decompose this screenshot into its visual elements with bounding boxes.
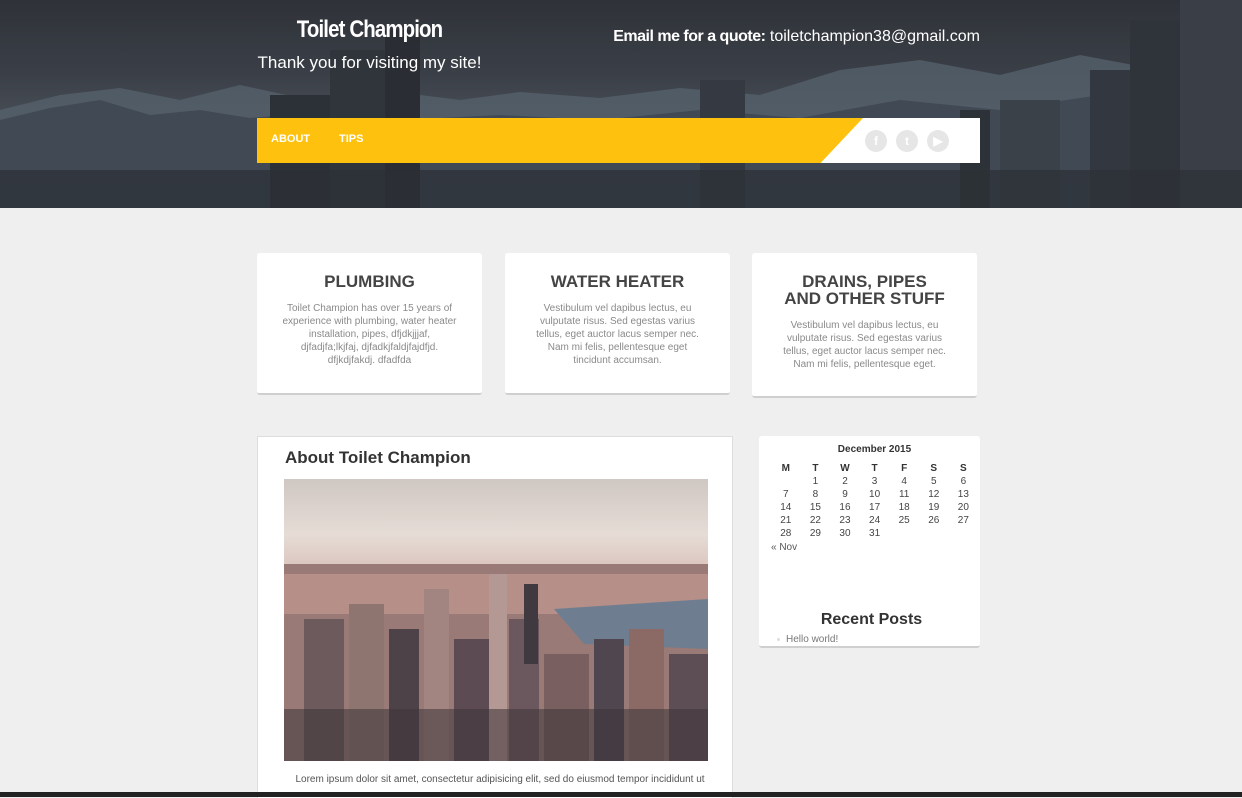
site-tagline: Thank you for visiting my site!: [257, 53, 482, 72]
calendar-day: 13: [957, 489, 969, 500]
calendar-day: 27: [957, 515, 969, 526]
card-body: Vestibulum vel dapibus lectus, eu vulput…: [783, 320, 946, 370]
calendar-weekday: S: [930, 463, 938, 474]
calendar-weekday: M: [781, 463, 790, 474]
site-header: Toilet Champion Thank you for visiting m…: [0, 0, 1242, 208]
calendar-day: 25: [898, 515, 910, 526]
calendar-weekday: T: [812, 463, 819, 474]
quote-contact: Email me for a quote: toiletchampion38@g…: [613, 28, 980, 46]
calendar-day: 4: [901, 476, 907, 487]
calendar-day: [949, 527, 979, 540]
calendar-day: 10: [869, 489, 881, 500]
recent-post-link[interactable]: Hello world!: [777, 634, 838, 645]
calendar-day: 22: [809, 515, 821, 526]
about-article: About Toilet Champion Lorem ipsum dolor …: [257, 436, 733, 798]
calendar-day: [889, 527, 919, 540]
calendar-caption: December 2015: [837, 444, 912, 455]
calendar-day: 1: [812, 476, 819, 487]
site-title[interactable]: Toilet Champion: [274, 16, 465, 44]
calendar-weekday: F: [901, 463, 908, 474]
calendar-day: [771, 475, 801, 488]
bottom-edge-bar: [0, 792, 1242, 797]
calendar-weekday: T: [871, 463, 878, 474]
service-card-plumbing: PLUMBING Toilet Champion has over 15 yea…: [257, 253, 482, 395]
nav-item-about[interactable]: ABOUT: [271, 133, 310, 145]
calendar-day: 29: [809, 528, 821, 539]
youtube-icon[interactable]: ▶: [927, 130, 949, 152]
sidebar-widgets: December 2015 M T W T F S S 1 2 3 4 5 6: [759, 436, 980, 648]
calendar-day: 9: [842, 489, 848, 500]
calendar-week-row: 28 29 30 31: [771, 527, 978, 540]
service-card-water-heater: WATER HEATER Vestibulum vel dapibus lect…: [505, 253, 730, 395]
calendar-day: 28: [780, 528, 792, 539]
calendar-day: 16: [839, 502, 851, 513]
calendar-day: 19: [928, 502, 940, 513]
calendar-day: 24: [869, 515, 881, 526]
calendar-day: 23: [839, 515, 851, 526]
main-navigation: ABOUT TIPS f t ▶: [257, 118, 980, 163]
calendar-prev-month-link[interactable]: « Nov: [771, 542, 797, 553]
calendar-week-row: 21 22 23 24 25 26 27: [771, 514, 978, 527]
card-title: PLUMBING: [324, 272, 415, 291]
calendar-table: M T W T F S S 1 2 3 4 5 6 7 8 9 10 11 12…: [771, 462, 978, 540]
calendar-week-row: 1 2 3 4 5 6: [771, 475, 978, 488]
card-title: DRAINS, PIPES AND OTHER STUFF: [784, 272, 945, 308]
calendar-day: 3: [871, 476, 878, 487]
calendar-week-row: 14 15 16 17 18 19 20: [771, 501, 978, 514]
card-title: WATER HEATER: [550, 272, 685, 291]
calendar-day: 6: [960, 476, 967, 487]
quote-label: Email me for a quote:: [613, 28, 766, 45]
article-title[interactable]: About Toilet Champion: [285, 448, 471, 468]
card-body: Vestibulum vel dapibus lectus, eu vulput…: [536, 303, 699, 366]
calendar-day: 12: [928, 489, 940, 500]
city-skyline-photo: [284, 479, 708, 761]
calendar-day: 15: [809, 502, 821, 513]
calendar-day: 2: [842, 476, 848, 487]
bullet-icon: [777, 637, 780, 641]
quote-email[interactable]: toiletchampion38@gmail.com: [770, 28, 980, 45]
service-card-drains: DRAINS, PIPES AND OTHER STUFF Vestibulum…: [752, 253, 977, 398]
recent-post-label[interactable]: Hello world!: [786, 634, 838, 645]
calendar-day: [919, 527, 949, 540]
calendar-day: 17: [869, 502, 881, 513]
calendar-day: 20: [957, 502, 969, 513]
calendar-day: 5: [930, 476, 937, 487]
calendar-day: 14: [780, 502, 792, 513]
card-body: Toilet Champion has over 15 years of exp…: [282, 303, 457, 366]
calendar-day: 11: [898, 489, 910, 500]
recent-posts-title: Recent Posts: [820, 611, 923, 628]
calendar-day: 8: [812, 489, 819, 500]
article-excerpt: Lorem ipsum dolor sit amet, consectetur …: [295, 774, 705, 785]
twitter-icon[interactable]: t: [896, 130, 918, 152]
calendar-day: 18: [898, 502, 910, 513]
calendar-day: 7: [783, 489, 789, 500]
calendar-day: 21: [780, 515, 792, 526]
calendar-weekday: W: [840, 463, 850, 474]
calendar-weekday-row: M T W T F S S: [771, 462, 978, 475]
facebook-icon[interactable]: f: [865, 130, 887, 152]
calendar-day: 31: [869, 528, 881, 539]
calendar-weekday: S: [960, 463, 967, 474]
calendar-day: 30: [839, 528, 851, 539]
nav-item-tips[interactable]: TIPS: [339, 133, 363, 145]
calendar-week-row: 7 8 9 10 11 12 13: [771, 488, 978, 501]
calendar-day: 26: [928, 515, 940, 526]
